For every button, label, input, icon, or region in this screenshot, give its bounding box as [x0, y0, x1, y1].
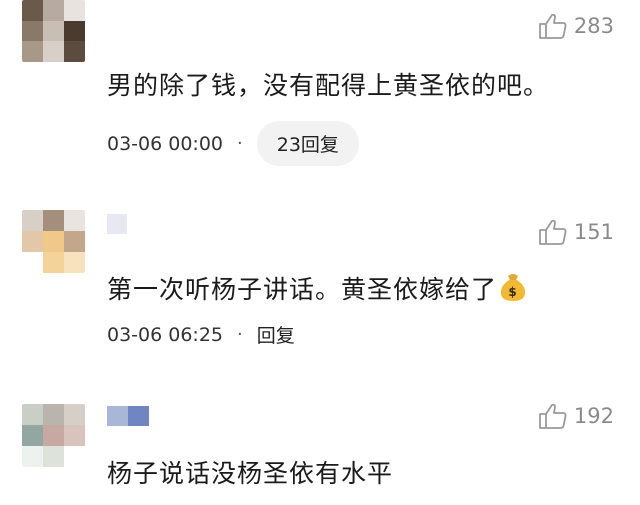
- reply-button[interactable]: 23回复: [256, 121, 359, 166]
- svg-text:$: $: [508, 285, 517, 299]
- reply-button[interactable]: 回复: [257, 321, 295, 348]
- like-button[interactable]: 192: [538, 402, 614, 430]
- like-count: 151: [573, 220, 614, 244]
- avatar[interactable]: [22, 210, 85, 273]
- comment-meta: 03-06 06:25 · 回复: [107, 321, 295, 348]
- thumbs-up-icon: [539, 403, 567, 429]
- like-button[interactable]: 151: [538, 218, 614, 246]
- comment-time: 03-06 00:00: [107, 132, 224, 155]
- separator-dot: ·: [237, 324, 243, 345]
- comment-text-body: 第一次听杨子讲话。黄圣依嫁给了: [107, 275, 498, 304]
- username-redacted: [107, 406, 149, 426]
- comment-text: 男的除了钱，没有配得上黄圣依的吧。: [107, 71, 550, 100]
- comment-item: 192 杨子说话没杨圣依有水平: [0, 380, 640, 505]
- money-bag-icon: $: [500, 274, 526, 301]
- thumbs-up-icon: [539, 219, 567, 245]
- comment-text: 杨子说话没杨圣依有水平: [107, 459, 394, 488]
- comment-item: 283 男的除了钱，没有配得上黄圣依的吧。 03-06 00:00 · 23回复: [0, 0, 640, 190]
- like-count: 283: [573, 14, 614, 38]
- comment-text: 第一次听杨子讲话。黄圣依嫁给了 $: [107, 270, 527, 306]
- comment-item: 151 第一次听杨子讲话。黄圣依嫁给了 $ 03-06 06:25 · 回复: [0, 190, 640, 380]
- thumbs-up-icon: [539, 13, 567, 39]
- comment-time: 03-06 06:25: [107, 323, 224, 346]
- like-button[interactable]: 283: [538, 12, 614, 40]
- avatar[interactable]: [22, 0, 85, 62]
- like-count: 192: [573, 404, 614, 428]
- avatar[interactable]: [22, 404, 85, 467]
- comment-meta: 03-06 00:00 · 23回复: [107, 121, 359, 166]
- username-redacted: [107, 214, 127, 234]
- separator-dot: ·: [237, 133, 243, 154]
